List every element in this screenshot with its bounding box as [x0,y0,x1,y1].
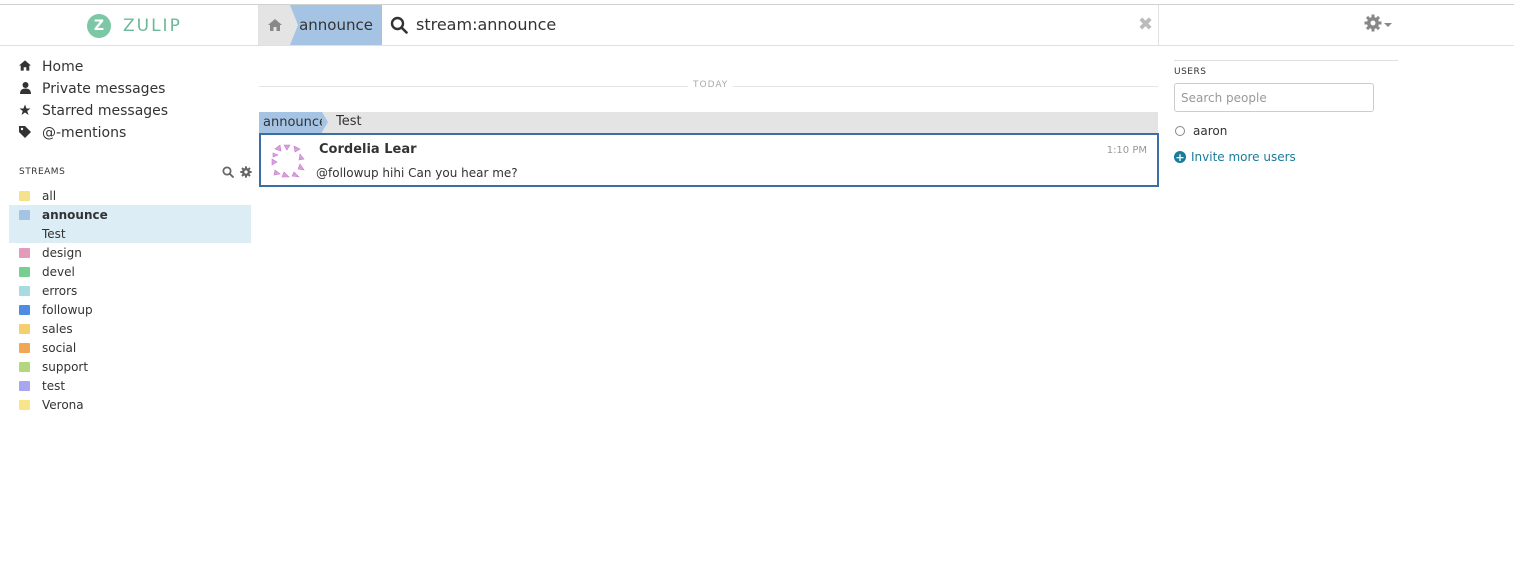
user-list-item[interactable]: aaron [1174,124,1398,138]
user-icon [18,81,32,97]
stream-color-swatch [19,399,30,410]
stream-color-swatch [19,285,30,296]
recipient-stream-link[interactable]: announce [259,112,328,133]
nav-mentions-label: @-mentions [42,125,127,141]
nav-private-messages[interactable]: Private messages [18,78,168,100]
nav-home-label: Home [42,59,84,75]
message-row[interactable]: Cordelia Lear 1:10 PM @followup hihi Can… [259,133,1159,187]
right-sidebar: USERS aaron + Invite more users [1174,60,1398,164]
stream-name: announce [42,207,108,222]
stream-list: all announce Test design devel errors fo… [9,186,251,414]
tag-icon [18,125,32,141]
nav-starred-messages[interactable]: Starred messages [18,100,168,122]
gear-icon [1364,14,1382,32]
stream-item-design[interactable]: design [9,243,251,262]
stream-name: all [42,188,57,203]
plus-circle-icon: + [1174,150,1186,164]
brand-logo-link[interactable]: Z ZULIP [87,14,182,38]
stream-search-icon[interactable] [222,166,234,178]
recipient-topic-link[interactable]: Test [336,114,362,129]
stream-item-announce[interactable]: announce [9,205,251,224]
top-navbar: Z ZULIP announce stream:announce ✖ [0,5,1514,46]
nav-private-messages-label: Private messages [42,81,166,97]
home-crumb-button[interactable] [259,5,290,45]
left-nav: Home Private messages Starred messages @… [18,56,168,144]
message-content: @followup hihi Can you hear me? [316,166,518,180]
stream-color-swatch [19,247,30,258]
stream-name: sales [42,321,73,336]
brand-name: ZULIP [123,16,182,36]
search-icon[interactable] [390,16,408,34]
stream-name: design [42,245,82,260]
search-people-input[interactable] [1174,83,1374,112]
stream-color-swatch [19,323,30,334]
sidebar-divider [1174,60,1398,61]
stream-name: followup [42,302,93,317]
stream-color-swatch [19,304,30,315]
stream-color-swatch [19,266,30,277]
stream-item-followup[interactable]: followup [9,300,251,319]
invite-label: Invite more users [1191,150,1296,164]
streams-header: STREAMS [19,167,66,177]
stream-name: support [42,359,89,374]
stream-name: errors [42,283,78,298]
stream-settings-gear-icon[interactable] [240,166,252,178]
star-icon [18,104,32,119]
stream-name: test [42,378,66,393]
streams-tools [222,166,252,178]
presence-offline-icon [1175,126,1185,136]
stream-item-test[interactable]: test [9,376,251,395]
date-label: TODAY [688,80,734,90]
stream-item-devel[interactable]: devel [9,262,251,281]
stream-name: social [42,340,77,355]
topic-item-test[interactable]: Test [9,224,251,243]
stream-color-swatch [19,190,30,201]
close-search-icon[interactable]: ✖ [1138,14,1153,35]
navbar-divider-right [1158,5,1159,45]
settings-menu-button[interactable] [1364,14,1392,32]
stream-name: Verona [42,397,84,412]
stream-crumb[interactable]: announce [290,5,382,45]
home-icon [18,60,32,74]
message-time[interactable]: 1:10 PM [1107,145,1147,156]
stream-item-support[interactable]: support [9,357,251,376]
stream-item-verona[interactable]: Verona [9,395,251,414]
stream-item-sales[interactable]: sales [9,319,251,338]
active-stream-block: announce Test [9,205,251,243]
nav-mentions[interactable]: @-mentions [18,122,168,144]
invite-users-link[interactable]: + Invite more users [1174,150,1398,164]
recipient-bar: announce Test [259,112,1158,133]
message-sender[interactable]: Cordelia Lear [319,142,417,157]
avatar[interactable] [271,144,305,178]
nav-home[interactable]: Home [18,56,168,78]
stream-color-swatch [19,380,30,391]
zulip-logo-icon: Z [87,14,111,38]
stream-item-errors[interactable]: errors [9,281,251,300]
stream-name: devel [42,264,75,279]
nav-starred-messages-label: Starred messages [42,103,169,119]
stream-item-all[interactable]: all [9,186,251,205]
caret-down-icon [1384,23,1392,27]
stream-item-social[interactable]: social [9,338,251,357]
stream-color-swatch [19,209,30,220]
users-header: USERS [1174,67,1207,77]
home-icon [267,19,282,31]
search-query[interactable]: stream:announce [416,15,556,34]
stream-color-swatch [19,342,30,353]
stream-color-swatch [19,361,30,372]
user-name: aaron [1193,124,1228,138]
